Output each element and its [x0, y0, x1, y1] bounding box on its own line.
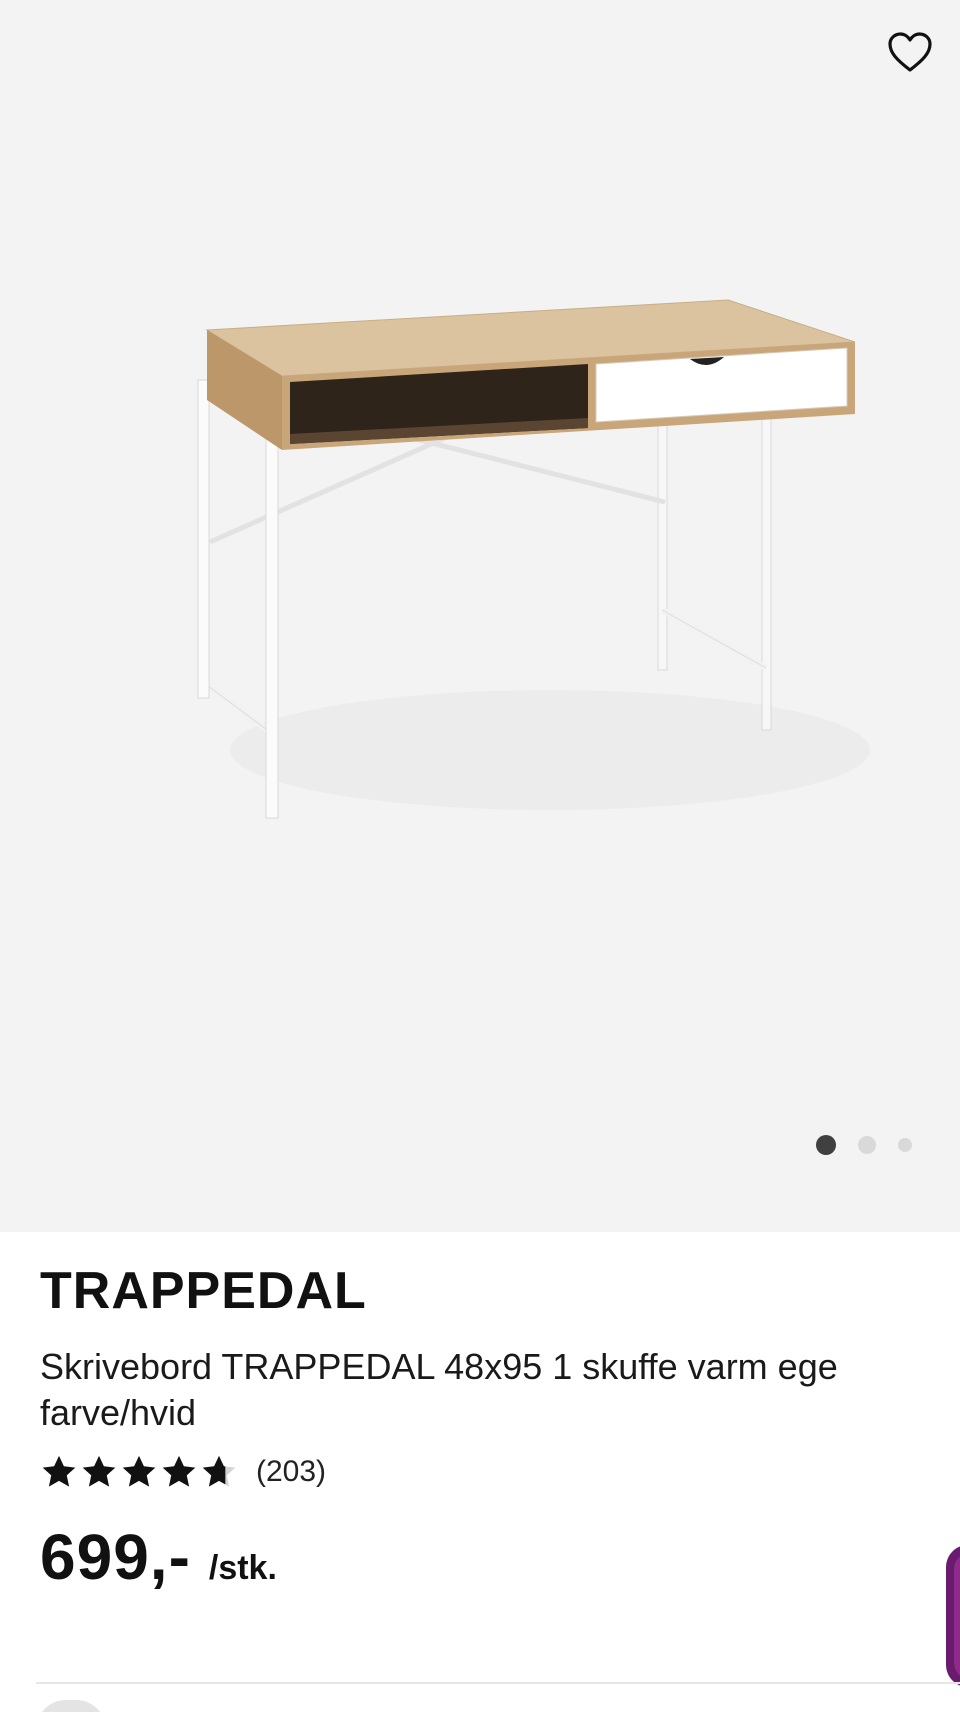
price-row: 699,- /stk.	[40, 1520, 960, 1594]
product-price: 699,-	[40, 1521, 191, 1593]
review-count[interactable]: (203)	[256, 1455, 326, 1489]
product-info: TRAPPEDAL Skrivebord TRAPPEDAL 48x95 1 s…	[40, 1232, 960, 1594]
product-description: Skrivebord TRAPPEDAL 48x95 1 skuffe varm…	[40, 1346, 838, 1433]
star-icon	[82, 1455, 116, 1487]
gallery-dot-1[interactable]	[816, 1135, 836, 1155]
product-image-desk[interactable]	[150, 280, 870, 900]
rating-stars	[40, 1453, 238, 1491]
star-icon	[162, 1455, 196, 1487]
heart-outline-icon	[888, 32, 932, 72]
next-section-fragment	[36, 1700, 106, 1712]
product-page: TRAPPEDAL Skrivebord TRAPPEDAL 48x95 1 s…	[0, 0, 960, 1712]
gallery-dot-2[interactable]	[858, 1136, 876, 1154]
status-bar-fragment	[0, 0, 960, 10]
product-brand: TRAPPEDAL	[40, 1262, 367, 1320]
gallery-dot-3[interactable]	[898, 1138, 912, 1152]
product-rating[interactable]: (203)	[40, 1450, 960, 1494]
gallery-pagination	[816, 1135, 912, 1155]
star-icon	[122, 1455, 156, 1487]
price-unit: /stk.	[208, 1549, 277, 1587]
side-floating-tab[interactable]	[946, 1545, 960, 1687]
favorite-button[interactable]	[882, 24, 938, 80]
section-divider	[36, 1682, 960, 1684]
product-gallery[interactable]	[0, 0, 960, 1232]
star-icon	[42, 1455, 76, 1487]
star-half-icon	[202, 1455, 236, 1487]
